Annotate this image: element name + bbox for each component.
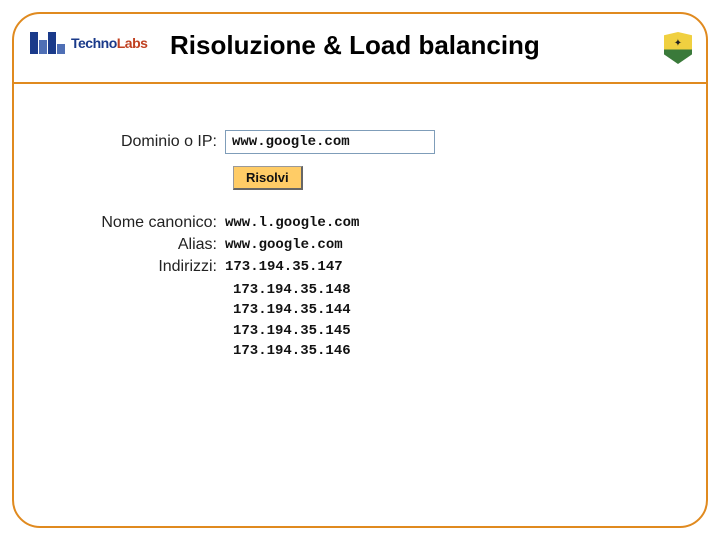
address-list: 173.194.35.148 173.194.35.144 173.194.35… — [233, 280, 630, 361]
header-divider — [12, 82, 708, 84]
logo-bars-icon — [30, 32, 65, 54]
page-title: Risoluzione & Load balancing — [170, 30, 540, 61]
logo-text-main: Techno — [71, 35, 117, 51]
alias-value: www.google.com — [225, 237, 343, 253]
crest-icon — [664, 32, 692, 64]
alias-label: Alias: — [70, 236, 225, 254]
addresses-row: Indirizzi: 173.194.35.147 — [70, 258, 630, 276]
button-row: Risolvi — [233, 166, 630, 190]
address-item: 173.194.35.147 — [225, 259, 343, 275]
canonical-label: Nome canonico: — [70, 214, 225, 232]
domain-row: Dominio o IP: — [70, 130, 630, 154]
addresses-label: Indirizzi: — [70, 258, 225, 276]
domain-label: Dominio o IP: — [70, 133, 225, 151]
results-block: Nome canonico: www.l.google.com Alias: w… — [70, 214, 630, 361]
canonical-value: www.l.google.com — [225, 215, 359, 231]
technolabs-logo: TechnoLabs — [30, 32, 147, 54]
content-area: Dominio o IP: Risolvi Nome canonico: www… — [70, 130, 630, 361]
address-item: 173.194.35.144 — [233, 300, 630, 320]
alias-row: Alias: www.google.com — [70, 236, 630, 254]
address-item: 173.194.35.148 — [233, 280, 630, 300]
address-item: 173.194.35.145 — [233, 321, 630, 341]
domain-input[interactable] — [225, 130, 435, 154]
canonical-row: Nome canonico: www.l.google.com — [70, 214, 630, 232]
logo-text-sub: Labs — [117, 35, 148, 51]
address-item: 173.194.35.146 — [233, 341, 630, 361]
logo-text: TechnoLabs — [71, 35, 147, 51]
resolve-button[interactable]: Risolvi — [233, 166, 303, 190]
